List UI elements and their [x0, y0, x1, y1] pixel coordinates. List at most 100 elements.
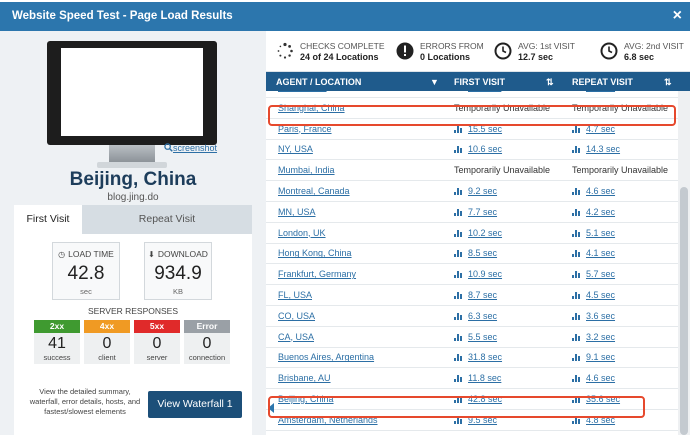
first-visit-time[interactable]: 9.2 sec: [468, 186, 497, 196]
tab-repeat-visit[interactable]: Repeat Visit: [82, 205, 252, 234]
location-link[interactable]: Paris, France: [278, 124, 332, 134]
first-visit-time[interactable]: 5.5 sec: [468, 332, 497, 342]
sort-icon[interactable]: ⇅: [546, 77, 554, 88]
repeat-visit-cell[interactable]: 5.1 sec: [572, 228, 615, 238]
first-visit-time[interactable]: 9.5 sec: [468, 415, 497, 425]
repeat-visit-time[interactable]: 5.3 sec: [586, 91, 615, 92]
repeat-visit-cell[interactable]: 4.6 sec: [572, 373, 615, 383]
close-icon[interactable]: ×: [673, 7, 682, 25]
repeat-visit-time[interactable]: 5.7 sec: [586, 269, 615, 279]
first-visit-cell[interactable]: 42.8 sec: [454, 394, 502, 404]
repeat-visit-cell[interactable]: 3.6 sec: [572, 311, 615, 321]
first-visit-time[interactable]: 15.5 sec: [468, 124, 502, 134]
repeat-visit-time[interactable]: 4.5 sec: [586, 290, 615, 300]
repeat-visit-time[interactable]: 4.6 sec: [586, 373, 615, 383]
location-link[interactable]: CA, USA: [278, 332, 314, 342]
monitor-base: [97, 162, 167, 168]
location-link[interactable]: Brisbane, AU: [278, 373, 331, 383]
first-visit-cell[interactable]: 10.6 sec: [454, 144, 502, 154]
table-row: CA, USA 5.5 sec 3.2 sec: [266, 327, 678, 348]
location-link[interactable]: Mumbai, India: [278, 165, 335, 175]
first-visit-time[interactable]: 10.2 sec: [468, 228, 502, 238]
clock-icon: [600, 42, 618, 60]
view-waterfall-button[interactable]: View Waterfall 1: [148, 391, 242, 418]
repeat-visit-cell[interactable]: 35.6 sec: [572, 394, 620, 404]
location-link[interactable]: Buenos Aires, Argentina: [278, 352, 374, 362]
first-visit-time[interactable]: 6.3 sec: [468, 311, 497, 321]
first-visit-time[interactable]: 8.7 sec: [468, 290, 497, 300]
location-link[interactable]: Frankfurt, Germany: [278, 269, 356, 279]
location-link[interactable]: NY, USA: [278, 144, 313, 154]
location-link[interactable]: Amsterdam, Netherlands: [278, 415, 378, 425]
first-visit-time[interactable]: 7.7 sec: [468, 207, 497, 217]
column-header-first-visit[interactable]: FIRST VISIT: [454, 77, 505, 87]
first-visit-cell[interactable]: 8.7 sec: [454, 290, 497, 300]
repeat-visit-status: Temporarily Unavailable: [572, 102, 669, 113]
first-visit-time[interactable]: 10.6 sec: [468, 144, 502, 154]
repeat-visit-time[interactable]: 4.8 sec: [586, 415, 615, 425]
tab-first-visit[interactable]: First Visit: [14, 205, 82, 234]
repeat-visit-cell[interactable]: 4.5 sec: [572, 290, 615, 300]
repeat-visit-cell[interactable]: 9.1 sec: [572, 352, 615, 362]
bar-chart-icon: [572, 354, 580, 362]
repeat-visit-time[interactable]: 14.3 sec: [586, 144, 620, 154]
repeat-visit-time[interactable]: 35.6 sec: [586, 394, 620, 404]
screenshot-link[interactable]: screenshot: [164, 143, 217, 153]
column-header-location[interactable]: AGENT / LOCATION: [276, 77, 361, 87]
first-visit-cell[interactable]: 10.2 sec: [454, 228, 502, 238]
location-link[interactable]: London, UK: [278, 228, 326, 238]
repeat-visit-cell[interactable]: 5.7 sec: [572, 269, 615, 279]
repeat-visit-cell[interactable]: 5.3 sec: [572, 91, 615, 92]
location-link[interactable]: Montreal, Canada: [278, 186, 350, 196]
first-visit-cell[interactable]: 8.5 sec: [454, 248, 497, 258]
avg-repeat-label: AVG: 2nd VISIT: [624, 41, 684, 51]
first-visit-cell[interactable]: 15.5 sec: [454, 124, 502, 134]
location-link[interactable]: Hong Kong, China: [278, 248, 352, 258]
column-header-repeat-visit[interactable]: REPEAT VISIT: [572, 77, 633, 87]
repeat-visit-cell[interactable]: 4.1 sec: [572, 248, 615, 258]
first-visit-time[interactable]: 11.8 sec: [468, 373, 501, 383]
repeat-visit-cell[interactable]: 3.2 sec: [572, 332, 615, 342]
repeat-visit-cell[interactable]: 4.7 sec: [572, 124, 615, 134]
screenshot-thumbnail[interactable]: [47, 41, 217, 179]
repeat-visit-cell[interactable]: 4.8 sec: [572, 415, 615, 425]
sort-icon[interactable]: ⇅: [664, 77, 672, 88]
first-visit-time[interactable]: 11.7 sec: [468, 91, 501, 92]
location-link[interactable]: South Africa: [278, 91, 327, 92]
first-visit-time[interactable]: 10.9 sec: [468, 269, 502, 279]
repeat-visit-cell[interactable]: 4.6 sec: [572, 186, 615, 196]
bar-chart-icon: [454, 333, 462, 341]
repeat-visit-time[interactable]: 3.6 sec: [586, 311, 615, 321]
repeat-visit-time[interactable]: 3.2 sec: [586, 332, 615, 342]
scrollbar[interactable]: [678, 91, 690, 435]
location-link[interactable]: MN, USA: [278, 207, 316, 217]
first-visit-cell[interactable]: 7.7 sec: [454, 207, 497, 217]
location-title: Beijing, China: [69, 169, 197, 190]
first-visit-time[interactable]: 31.8 sec: [468, 352, 502, 362]
location-link[interactable]: Beijing, China: [278, 394, 334, 404]
scrollbar-thumb[interactable]: [680, 187, 688, 435]
first-visit-cell[interactable]: 10.9 sec: [454, 269, 502, 279]
repeat-visit-time[interactable]: 4.6 sec: [586, 186, 615, 196]
repeat-visit-time[interactable]: 5.1 sec: [586, 228, 615, 238]
first-visit-time[interactable]: 8.5 sec: [468, 248, 497, 258]
location-link[interactable]: CO, USA: [278, 311, 315, 321]
first-visit-cell[interactable]: 9.5 sec: [454, 415, 497, 425]
first-visit-cell[interactable]: 9.2 sec: [454, 186, 497, 196]
sort-desc-icon[interactable]: ▼: [430, 77, 439, 87]
repeat-visit-cell[interactable]: 14.3 sec: [572, 144, 620, 154]
location-link[interactable]: FL, USA: [278, 290, 312, 300]
first-visit-cell[interactable]: 6.3 sec: [454, 311, 497, 321]
repeat-visit-cell[interactable]: 4.2 sec: [572, 207, 615, 217]
bar-chart-icon: [572, 208, 580, 216]
repeat-visit-time[interactable]: 4.1 sec: [586, 248, 615, 258]
repeat-visit-time[interactable]: 4.2 sec: [586, 207, 615, 217]
first-visit-cell[interactable]: 31.8 sec: [454, 352, 502, 362]
first-visit-time[interactable]: 42.8 sec: [468, 394, 502, 404]
first-visit-cell[interactable]: 11.7 sec: [454, 91, 501, 92]
first-visit-cell[interactable]: 5.5 sec: [454, 332, 497, 342]
location-link[interactable]: Shanghai, China: [278, 103, 345, 113]
first-visit-cell[interactable]: 11.8 sec: [454, 373, 501, 383]
repeat-visit-time[interactable]: 4.7 sec: [586, 124, 615, 134]
repeat-visit-time[interactable]: 9.1 sec: [586, 352, 615, 362]
